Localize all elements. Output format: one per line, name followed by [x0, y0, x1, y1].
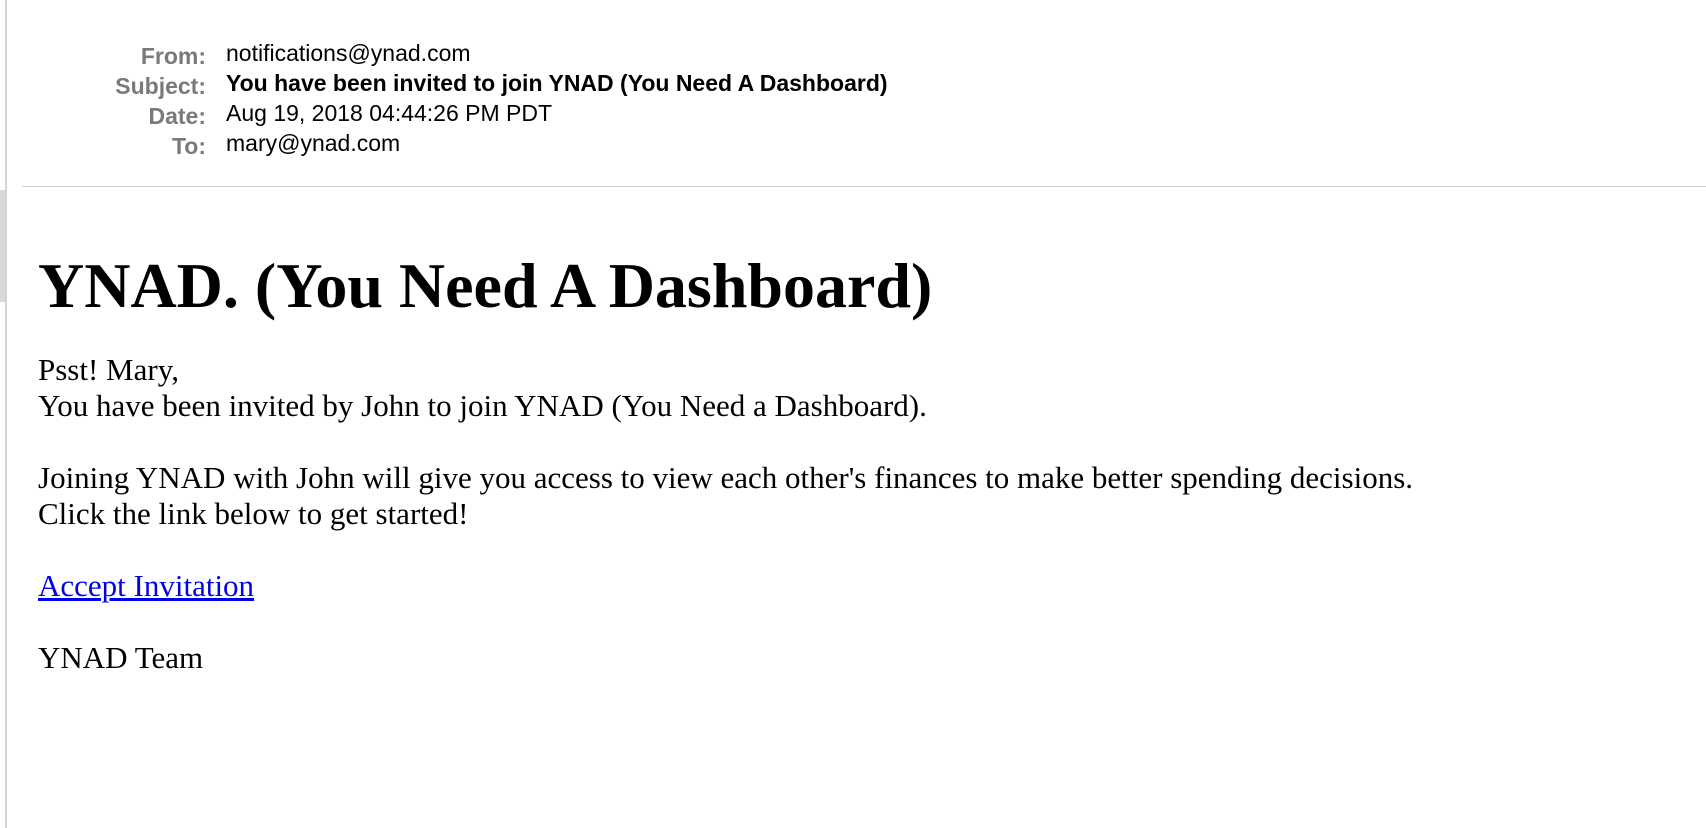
header-divider [22, 186, 1706, 187]
accept-invitation-link[interactable]: Accept Invitation [38, 568, 254, 604]
sidebar-edge-handle[interactable] [0, 190, 5, 302]
email-heading: YNAD. (You Need A Dashboard) [38, 250, 933, 321]
header-to-row: To: mary@ynad.com [0, 130, 1000, 160]
header-from-row: From: notifications@ynad.com [0, 40, 1000, 70]
click-instruction-text: Click the link below to get started! [38, 496, 469, 531]
to-address[interactable]: mary@ynad.com [226, 128, 400, 158]
from-address[interactable]: notifications@ynad.com [226, 38, 471, 68]
date-value: Aug 19, 2018 04:44:26 PM PDT [226, 100, 553, 126]
header-date-row: Date: Aug 19, 2018 04:44:26 PM PDT [0, 100, 1000, 130]
accept-link-paragraph: Accept Invitation [38, 568, 1678, 604]
from-label: From: [140, 43, 206, 69]
email-body: YNAD. (You Need A Dashboard) Psst! Mary,… [38, 248, 1678, 676]
to-label: To: [171, 133, 206, 159]
greeting-text: Psst! Mary, [38, 352, 179, 387]
invite-text: You have been invited by John to join YN… [38, 388, 927, 423]
access-text: Joining YNAD with John will give you acc… [38, 460, 1414, 495]
email-headers: From: notifications@ynad.com Subject: Yo… [0, 40, 1000, 160]
subject-value: You have been invited to join YNAD (You … [226, 70, 888, 96]
date-label: Date: [148, 103, 206, 129]
subject-label: Subject: [115, 73, 206, 99]
header-subject-row: Subject: You have been invited to join Y… [0, 70, 1000, 100]
signature-text: YNAD Team [38, 640, 204, 675]
